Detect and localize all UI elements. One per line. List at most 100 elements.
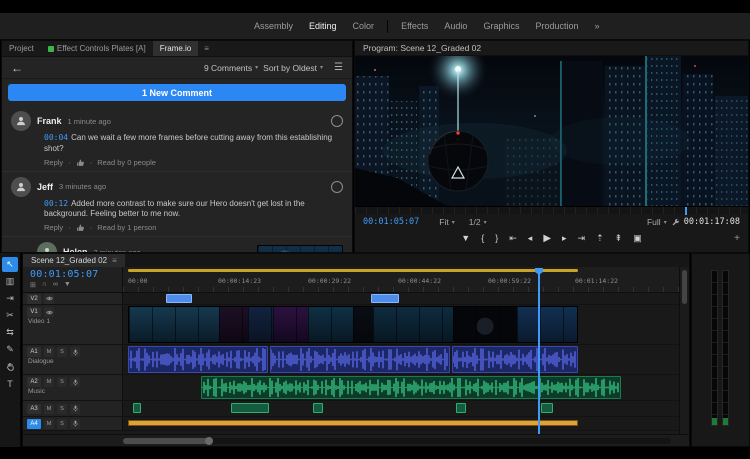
extract-button[interactable]: ⇞ [615,233,623,244]
track-content-a3[interactable] [123,401,679,416]
work-area-bar[interactable] [128,269,578,272]
sequence-tab[interactable]: Scene 12_Graded 02 ≡ [23,254,125,267]
workspace-tab-effects[interactable]: Effects [393,13,436,39]
linked-selection-icon[interactable]: ∞ [53,281,58,289]
export-frame-button[interactable]: ▣ [633,233,642,244]
mute-button[interactable]: M [44,419,54,429]
comment-item-frank[interactable]: Frank 1 minute ago 00:04Can we wait a fe… [2,106,352,172]
mute-button[interactable]: M [44,377,54,387]
track-target-v1[interactable]: V1 [27,307,41,317]
audio-clip-ambience[interactable] [128,420,578,426]
audio-clip-dialogue[interactable] [452,346,578,373]
vertical-scrollbar[interactable] [679,267,689,434]
track-select-tool[interactable]: ▥ [2,274,18,289]
track-target-a1[interactable]: A1 [27,347,41,357]
new-comment-banner[interactable]: 1 New Comment [8,84,346,101]
resolve-toggle[interactable] [331,181,343,193]
comment-video-thumbnail[interactable] [257,245,343,253]
like-button[interactable] [76,158,85,167]
audio-clip-sfx[interactable] [133,403,141,413]
tab-frameio[interactable]: Frame.io [153,41,199,56]
hand-tool[interactable] [2,359,18,374]
audio-clip-sfx[interactable] [456,403,466,413]
program-video-frame[interactable] [355,56,748,206]
add-marker-icon[interactable]: ▼ [64,281,71,289]
scrollbar-handle[interactable] [682,270,687,304]
type-tool[interactable]: T [2,376,18,391]
like-button[interactable] [76,223,85,232]
lift-button[interactable]: ⇡ [596,233,604,244]
button-editor-plus[interactable]: + [734,233,740,244]
workspace-overflow-button[interactable]: » [587,13,608,39]
playhead-line[interactable] [538,274,540,434]
mute-button[interactable]: M [44,404,54,414]
voiceover-mic-icon[interactable] [70,347,80,357]
comment-timecode-link[interactable]: 00:12 [44,199,68,208]
workspace-tab-graphics[interactable]: Graphics [475,13,527,39]
reply-button[interactable]: Reply [44,158,63,167]
sort-dropdown[interactable]: Sort by Oldest ▾ [263,63,323,73]
add-marker-button[interactable]: ▼ [461,233,470,243]
pen-tool[interactable]: ✎ [2,342,18,357]
track-target-a3[interactable]: A3 [27,404,41,414]
track-target-a2[interactable]: A2 [27,377,41,387]
workspace-tab-assembly[interactable]: Assembly [246,13,301,39]
filter-icon[interactable]: ☰ [334,62,343,73]
track-content-v1[interactable] [123,305,679,344]
audio-clip-sfx[interactable] [313,403,323,413]
mark-in-button[interactable]: { [481,233,484,243]
workspace-tab-production[interactable]: Production [527,13,586,39]
slip-tool[interactable]: ⇆ [2,325,18,340]
program-mini-timeline[interactable] [355,206,748,214]
back-icon[interactable]: ← [11,62,23,74]
mark-out-button[interactable]: } [495,233,498,243]
audio-clip-dialogue[interactable] [270,346,450,373]
scrollbar-handle[interactable] [123,438,209,444]
solo-button[interactable]: S [57,377,67,387]
comments-count-dropdown[interactable]: 9 Comments ▾ [204,63,258,73]
mute-button[interactable]: M [44,347,54,357]
timeline-current-timecode[interactable]: 00:01:05:07 [30,269,122,280]
track-output-toggle-icon[interactable] [44,294,54,304]
ripple-edit-tool[interactable]: ⇥ [2,291,18,306]
horizontal-scrollbar[interactable] [123,438,671,444]
solo-button[interactable]: S [57,404,67,414]
voiceover-mic-icon[interactable] [70,377,80,387]
track-target-a4-selected[interactable]: A4 [27,419,41,429]
step-forward-button[interactable]: ▸ [562,233,567,244]
comment-item-jeff[interactable]: Jeff 3 minutes ago 00:12Added more contr… [2,172,352,238]
comment-item-helen[interactable]: Helen 2 minutes ago Agree completely! 👍 … [2,237,352,253]
track-content-a4[interactable] [123,417,679,430]
solo-button[interactable]: S [57,419,67,429]
audio-clip-music[interactable] [201,376,621,399]
tab-project[interactable]: Project [2,41,41,56]
resolve-toggle[interactable] [331,115,343,127]
track-content-v2[interactable] [123,293,679,304]
workspace-tab-editing[interactable]: Editing [301,13,345,39]
voiceover-mic-icon[interactable] [70,404,80,414]
reply-button[interactable]: Reply [44,223,63,232]
workspace-tab-color[interactable]: Color [345,13,383,39]
track-output-toggle-icon[interactable] [44,307,54,317]
play-button[interactable]: ▶ [543,233,551,244]
razor-tool[interactable]: ✂ [2,308,18,323]
workspace-tab-audio[interactable]: Audio [436,13,475,39]
video-clip[interactable] [166,294,192,303]
panel-menu-icon[interactable]: ≡ [112,256,117,265]
snap-toggle-icon[interactable]: ∩ [42,281,47,289]
step-back-button[interactable]: ◂ [528,233,533,244]
nest-toggle-icon[interactable]: ⊞ [30,281,36,289]
go-to-in-button[interactable]: ⇤ [509,233,517,244]
audio-clip-dialogue[interactable] [128,346,268,373]
audio-clip-sfx[interactable] [231,403,269,413]
track-content-a1[interactable] [123,345,679,374]
tab-effect-controls[interactable]: Effect Controls Plates [A] [41,41,153,56]
voiceover-mic-icon[interactable] [70,419,80,429]
video-clip[interactable] [371,294,399,303]
timeline-ruler[interactable]: 00:00 00:00:14:23 00:00:29:22 00:00:44:2… [123,267,679,293]
selection-tool[interactable]: ↖ [2,257,18,272]
panel-menu-icon[interactable]: ≡ [200,41,213,56]
audio-clip-sfx[interactable] [541,403,553,413]
video-clip-filmstrip[interactable] [128,306,578,343]
track-content-a2[interactable] [123,375,679,400]
